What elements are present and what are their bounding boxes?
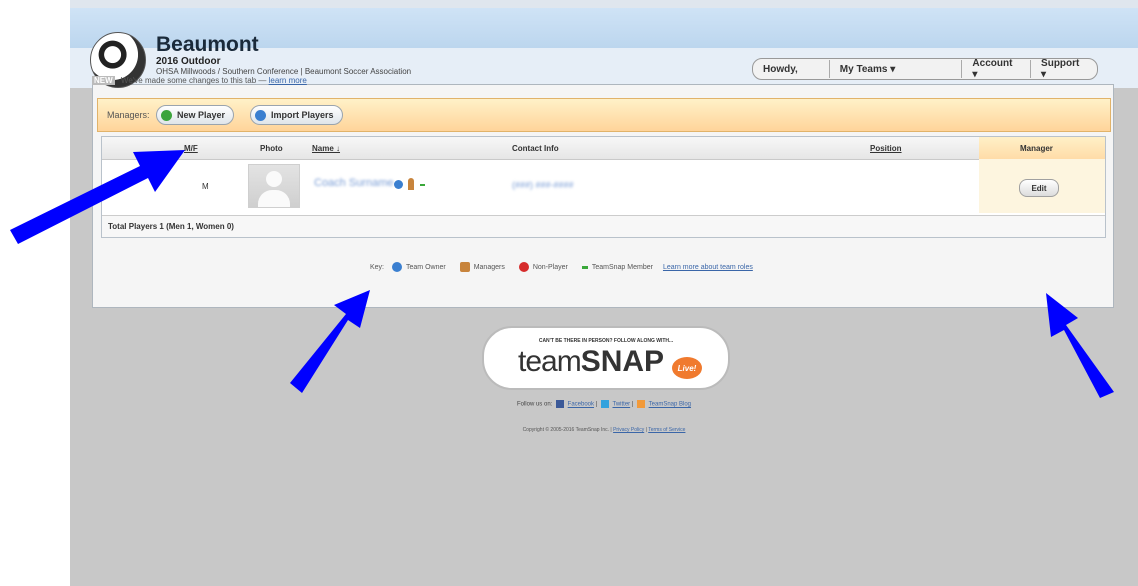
arrow-center-icon: [290, 290, 370, 393]
annotation-arrows: [10, 150, 1114, 398]
arrow-left-icon: [10, 150, 185, 244]
arrow-right-icon: [1046, 293, 1114, 398]
